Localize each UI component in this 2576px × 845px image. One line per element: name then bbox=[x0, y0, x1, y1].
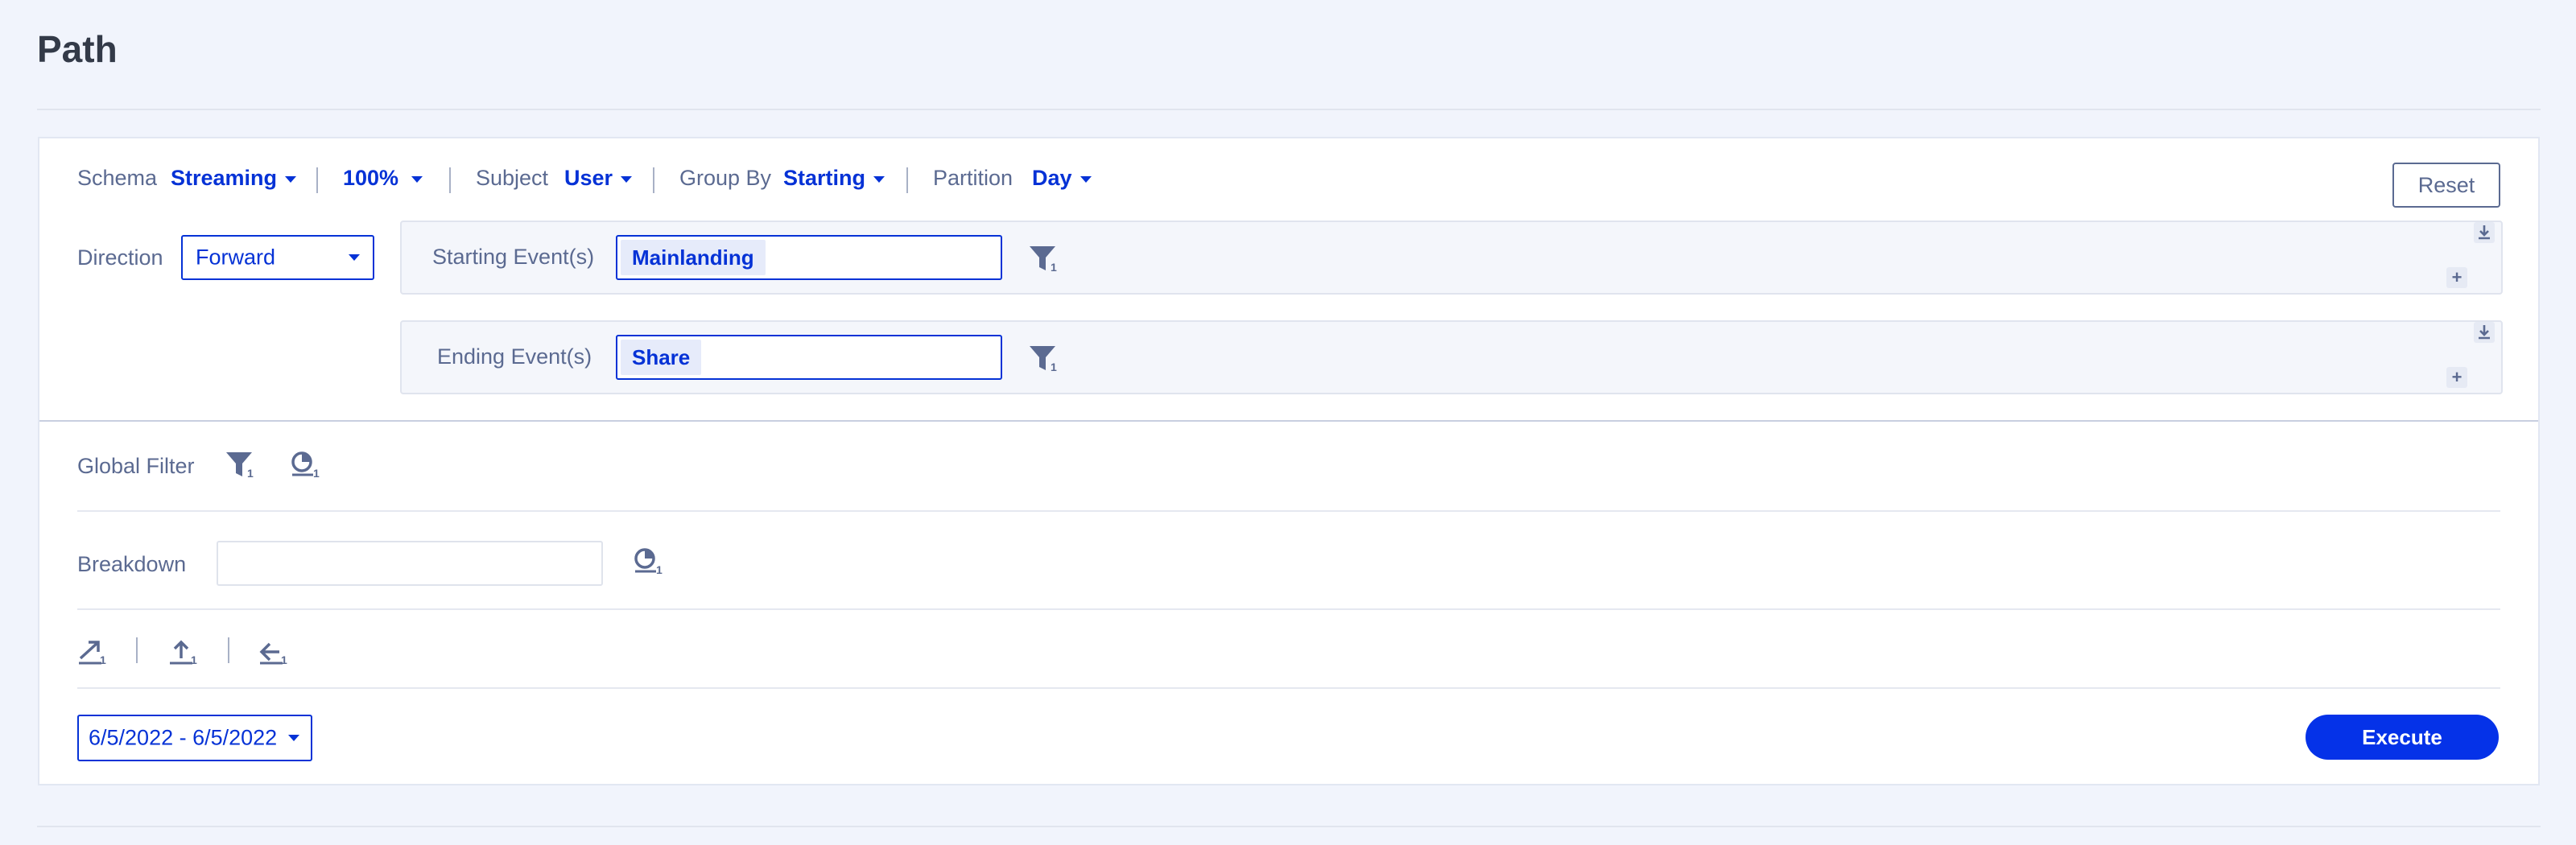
filter-count: 1 bbox=[247, 467, 254, 480]
page-title: Path bbox=[37, 28, 118, 70]
partition-label: Partition bbox=[933, 166, 1013, 190]
filter-icon[interactable]: 1 bbox=[225, 449, 257, 485]
partition-dropdown[interactable]: Day bbox=[1032, 166, 1092, 191]
icon-separator bbox=[136, 637, 138, 663]
ending-events-input[interactable]: Share bbox=[616, 335, 1002, 380]
chevron-down-icon bbox=[411, 175, 423, 183]
title-divider bbox=[37, 109, 2541, 110]
direction-label: Direction bbox=[77, 245, 163, 270]
segment-count: 1 bbox=[656, 563, 663, 576]
toolbar-separator bbox=[449, 167, 451, 193]
ending-events-panel: Ending Event(s) Share 1 + bbox=[400, 320, 2503, 394]
row-divider bbox=[77, 608, 2500, 610]
add-icon[interactable]: + bbox=[2446, 267, 2467, 288]
path-query-card: Schema Streaming 100% Subject User Group… bbox=[38, 137, 2540, 785]
insert-icon[interactable]: 1 bbox=[258, 636, 291, 672]
reset-button[interactable]: Reset bbox=[2392, 163, 2500, 208]
chevron-down-icon bbox=[1080, 175, 1092, 183]
sample-dropdown[interactable]: 100% bbox=[343, 166, 423, 191]
schema-label: Schema bbox=[77, 166, 158, 190]
download-icon[interactable] bbox=[2474, 322, 2495, 343]
row-divider bbox=[77, 687, 2500, 689]
chevron-down-icon bbox=[349, 254, 360, 261]
filter-icon[interactable]: 1 bbox=[1028, 243, 1060, 279]
direction-select[interactable]: Forward bbox=[181, 235, 374, 280]
toolbar-separator bbox=[653, 167, 654, 193]
starting-events-label: Starting Event(s) bbox=[432, 245, 595, 269]
breakdown-input[interactable] bbox=[217, 541, 603, 586]
toolbar-separator bbox=[316, 167, 318, 193]
global-filter-label: Global Filter bbox=[77, 454, 195, 478]
filter-icon[interactable]: 1 bbox=[1028, 343, 1060, 379]
expand-icon[interactable]: 1 bbox=[77, 636, 109, 672]
segment-icon[interactable]: 1 bbox=[632, 546, 664, 582]
chevron-down-icon bbox=[285, 175, 297, 183]
schema-value: Streaming bbox=[171, 166, 278, 190]
icon-separator bbox=[228, 637, 229, 663]
group-by-value: Starting bbox=[783, 166, 866, 190]
subject-value: User bbox=[564, 166, 613, 190]
bottom-divider bbox=[37, 826, 2541, 827]
filter-count: 1 bbox=[1051, 261, 1057, 274]
event-chip[interactable]: Share bbox=[621, 340, 702, 375]
segment-icon[interactable]: 1 bbox=[289, 449, 321, 485]
chevron-down-icon bbox=[621, 175, 633, 183]
action-count: 1 bbox=[281, 653, 287, 666]
group-by-label: Group By bbox=[679, 166, 772, 190]
download-icon[interactable] bbox=[2474, 222, 2495, 243]
group-by-dropdown[interactable]: Starting bbox=[783, 166, 886, 191]
breakdown-label: Breakdown bbox=[77, 552, 187, 576]
add-icon[interactable]: + bbox=[2446, 367, 2467, 388]
starting-events-input[interactable]: Mainlanding bbox=[616, 235, 1002, 280]
subject-dropdown[interactable]: User bbox=[564, 166, 633, 191]
schema-dropdown[interactable]: Streaming bbox=[171, 166, 297, 191]
date-range-value: 6/5/2022 - 6/5/2022 bbox=[89, 725, 278, 750]
upload-icon[interactable]: 1 bbox=[168, 636, 200, 672]
toolbar-separator bbox=[906, 167, 908, 193]
direction-value: Forward bbox=[196, 245, 276, 270]
segment-count: 1 bbox=[313, 467, 320, 480]
subject-label: Subject bbox=[476, 166, 549, 190]
action-count: 1 bbox=[191, 653, 197, 666]
partition-value: Day bbox=[1032, 166, 1072, 190]
action-count: 1 bbox=[100, 653, 106, 666]
ending-events-label: Ending Event(s) bbox=[437, 344, 592, 369]
section-divider bbox=[39, 420, 2538, 422]
event-chip[interactable]: Mainlanding bbox=[621, 240, 766, 275]
filter-count: 1 bbox=[1051, 361, 1057, 373]
starting-events-panel: Starting Event(s) Mainlanding 1 + bbox=[400, 221, 2503, 295]
date-range-picker[interactable]: 6/5/2022 - 6/5/2022 bbox=[77, 715, 312, 761]
sample-value: 100% bbox=[343, 166, 399, 190]
row-divider bbox=[77, 510, 2500, 512]
chevron-down-icon bbox=[873, 175, 886, 183]
execute-button[interactable]: Execute bbox=[2306, 715, 2499, 760]
chevron-down-icon bbox=[288, 735, 299, 741]
